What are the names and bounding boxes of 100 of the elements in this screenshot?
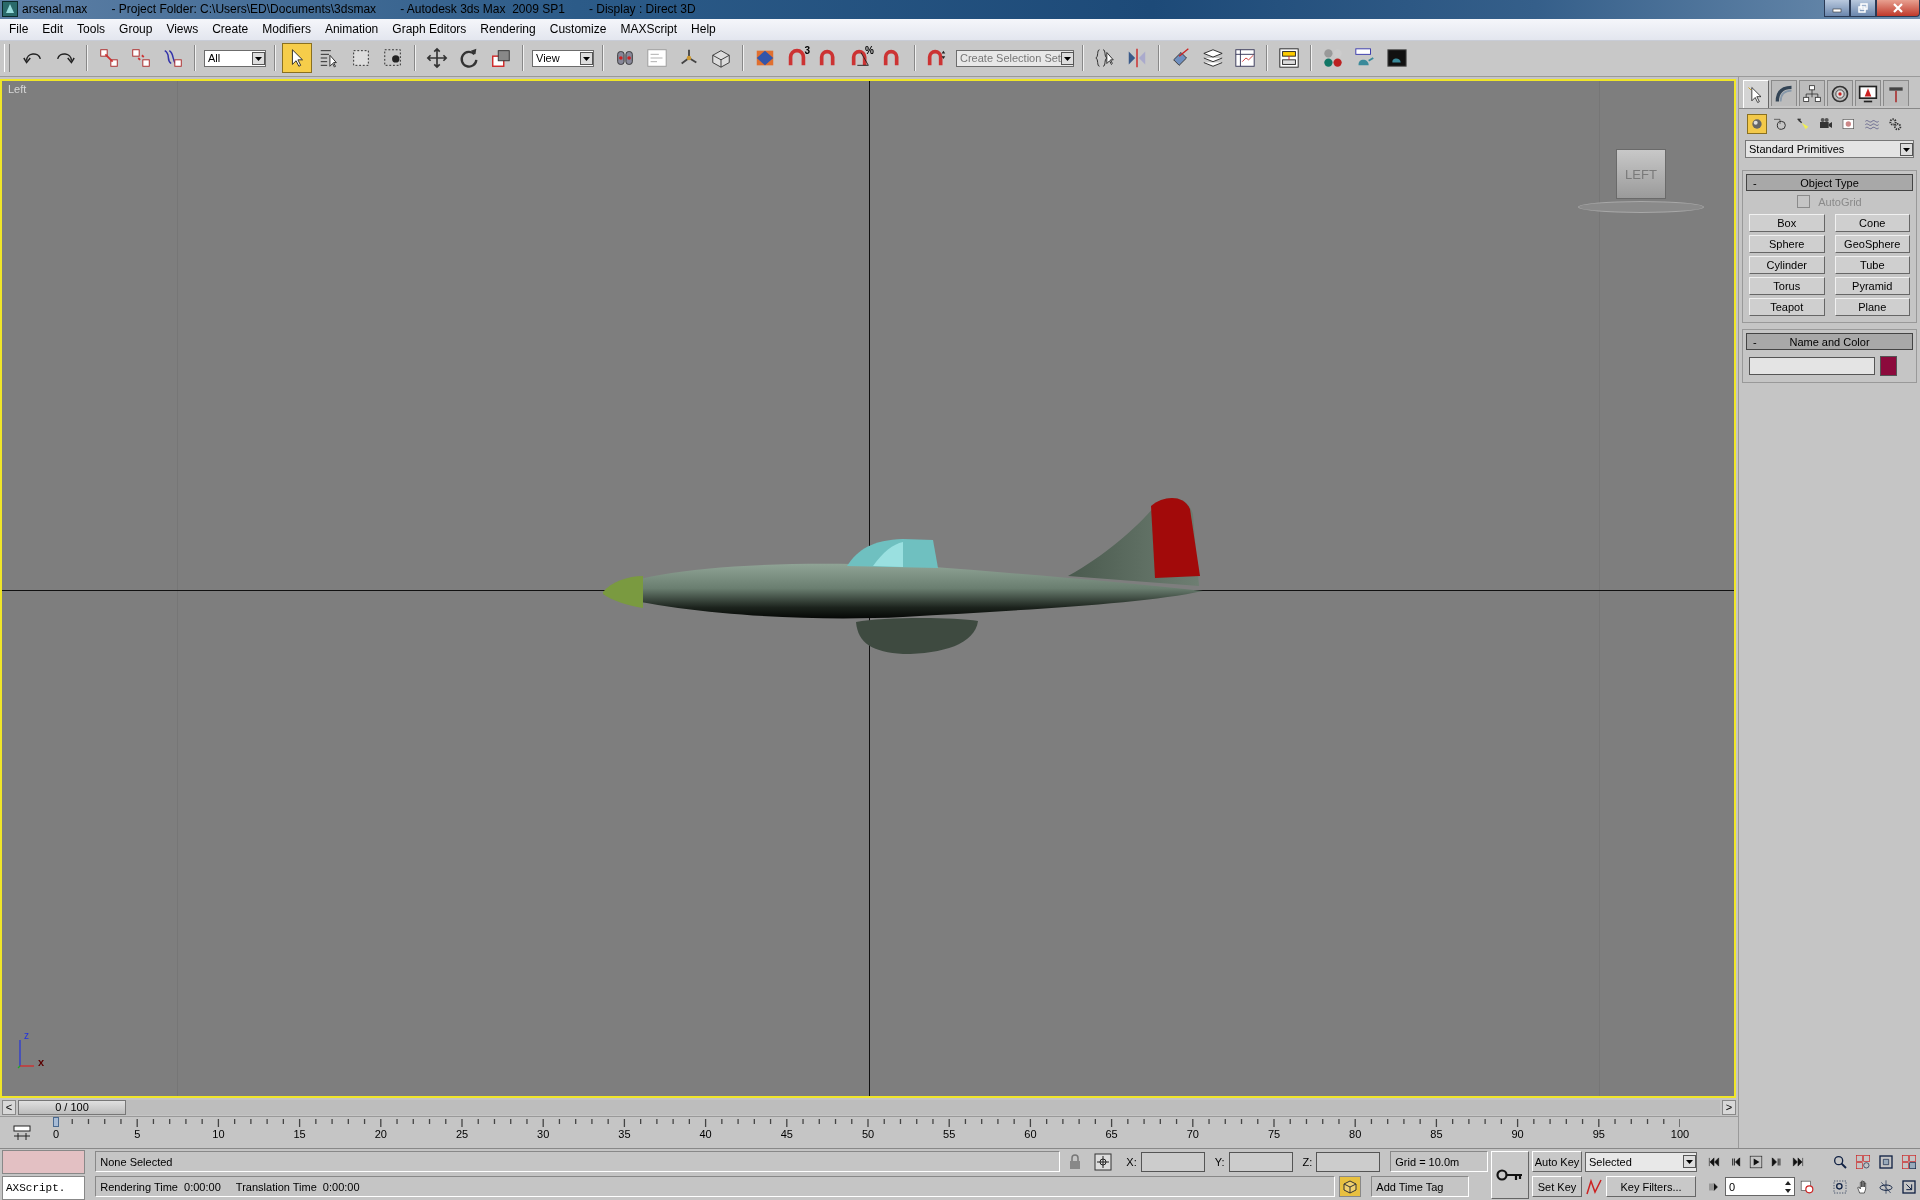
coordinate-label: Z: [1302,1155,1313,1168]
mirror-icon [1126,47,1148,70]
object-type-button[interactable]: Torus [1749,277,1825,295]
name-field[interactable] [1749,357,1875,375]
key-filters-button[interactable]: Key Filters... [1606,1176,1696,1197]
object-type-button[interactable]: GeoSphere [1834,235,1910,253]
menu-item[interactable]: Tools [70,22,113,37]
auto-key-button[interactable]: Auto Key [1532,1151,1582,1172]
wheel-tab[interactable] [1827,80,1853,106]
menu-item[interactable]: File [2,22,36,37]
axis-label: z [24,1030,29,1042]
hierarchy-tab[interactable] [1799,80,1825,106]
previous-frame-button[interactable]: < [2,1100,16,1116]
object-type-button[interactable]: Sphere [1749,235,1825,253]
coordinate-field[interactable] [1228,1151,1293,1172]
monitor-tab[interactable] [1855,80,1881,106]
menu-item[interactable]: Group [112,22,160,37]
frame-number: 50 [861,1128,875,1141]
gears-icon [1887,116,1903,132]
frame-number: 65 [1105,1128,1118,1141]
window-title: arsenal.max [22,2,88,17]
collapse-sign: - [1753,176,1757,189]
rotate-icon [458,47,480,70]
menu-item[interactable]: Modifiers [255,22,318,37]
object-type-button[interactable]: Box [1749,214,1825,232]
spotlight-icon [1795,116,1811,132]
menu-item[interactable]: Help [684,22,723,37]
menu-item[interactable]: Views [159,22,206,37]
menu-item[interactable]: Customize [542,22,614,37]
absolute-mode-icon[interactable] [1094,1152,1113,1171]
current-frame-marker[interactable] [53,1117,59,1128]
object-type-button[interactable]: Plane [1834,298,1910,316]
orbit-icon [1878,1178,1894,1195]
frame-number: 20 [374,1128,387,1141]
object-type-button[interactable]: Cone [1834,214,1910,232]
coordinate-field[interactable] [1140,1151,1205,1172]
frame-number: 85 [1430,1128,1443,1141]
object-type-button[interactable]: Cylinder [1749,256,1825,274]
toolbar-dropdown[interactable]: View [532,49,594,67]
set-key-button[interactable] [1491,1151,1529,1199]
toolbar-dropdown[interactable]: All [204,49,266,67]
time-slider-track[interactable]: 0 / 100 [18,1100,1720,1116]
menu-item[interactable]: Graph Editors [385,22,474,37]
hammer-tab[interactable] [1883,80,1909,106]
object-type-button[interactable]: Pyramid [1834,277,1910,295]
menu-item[interactable]: Create [205,22,256,37]
select-arrow-button[interactable] [282,43,312,74]
primitives-dropdown[interactable]: Standard Primitives [1745,140,1914,158]
object-type-button[interactable]: Teapot [1749,298,1825,316]
current-frame-spinner[interactable]: 0 [1725,1177,1795,1196]
frame-number: 80 [1349,1128,1362,1141]
frame-window-icon [1386,47,1408,70]
menu-item[interactable]: Animation [317,22,386,37]
rollout-title: Object Type [1800,176,1859,189]
restore-icon [1858,3,1868,13]
menu-item[interactable]: MAXScript [613,22,685,37]
zoom-extents-icon [1878,1153,1894,1170]
maxscript-listener-field[interactable]: AXScript. [2,1176,86,1200]
close-button[interactable] [1876,0,1920,17]
curve-tab[interactable] [1771,80,1797,106]
next-frame-button[interactable]: > [1722,1100,1736,1116]
axis-label: x [38,1056,45,1069]
time-tag-button[interactable] [1339,1176,1362,1197]
link-icon [98,47,120,70]
magnet-button[interactable]: 3 [782,43,812,74]
frame-number: 75 [1267,1128,1281,1141]
menu-item[interactable]: Edit [35,22,71,37]
window-title: - Autodesk 3ds Max 2009 SP1 [400,2,565,17]
toolbar-dropdown[interactable]: Create Selection Set [956,49,1074,67]
coordinate-field[interactable] [1316,1151,1381,1172]
rollout-header[interactable]: - Name and Color [1746,333,1913,350]
frame-number: 25 [455,1128,469,1141]
minimize-button[interactable] [1824,0,1850,17]
frame-number: 90 [1511,1128,1524,1141]
box-icon [710,47,732,70]
next-frame-icon [1769,1154,1784,1169]
magnet-button[interactable]: % [846,43,876,74]
coordinate-label: X: [1126,1155,1137,1168]
sphere-category-button[interactable] [1747,114,1767,134]
rollout-header[interactable]: - Object Type [1746,174,1913,191]
object-type-button[interactable]: Tube [1834,256,1910,274]
color-swatch[interactable] [1880,356,1897,376]
pointer-tab[interactable] [1743,80,1769,108]
frame-number: 60 [1024,1128,1037,1141]
braces-arrow-icon [1094,47,1116,70]
key-mode-dropdown[interactable]: Selected [1585,1151,1697,1172]
icon-label: 3 [804,46,810,57]
menu-item[interactable]: Rendering [473,22,543,37]
maximize-icon [1901,1178,1917,1195]
hierarchy-icon [1802,83,1822,104]
set-key-mode-button[interactable]: Set Key [1532,1176,1582,1197]
restore-button[interactable] [1850,0,1876,17]
app-logo-icon [2,1,18,18]
list-arrow-icon [318,47,340,70]
time-slider-thumb[interactable]: 0 / 100 [18,1100,126,1116]
key-mode-icon [1707,1180,1720,1193]
add-time-tag-field[interactable]: Add Time Tag [1371,1176,1470,1197]
key-curve-icon[interactable] [1585,1177,1603,1196]
wheel-icon [1830,83,1850,104]
grid-size-readout: Grid = 10.0m [1390,1151,1489,1172]
